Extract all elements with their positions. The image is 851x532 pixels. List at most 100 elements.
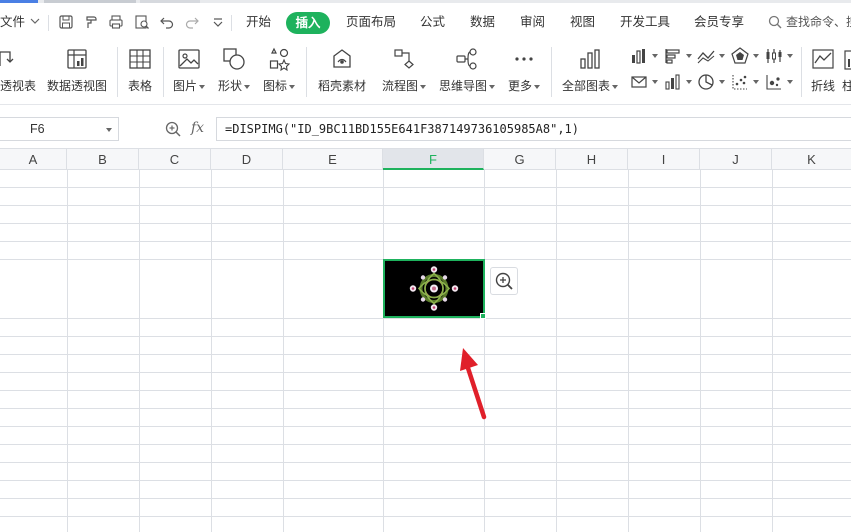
chevron-down-icon[interactable] — [106, 128, 112, 132]
stock-material-button[interactable]: 稻壳素材 — [312, 45, 372, 101]
bar-chart-button[interactable] — [664, 46, 694, 66]
shape-button[interactable]: 形状 — [213, 45, 255, 101]
customize-toolbar-icon[interactable] — [210, 14, 226, 30]
table-button[interactable]: 表格 — [122, 45, 158, 101]
radar-chart-button[interactable] — [731, 46, 761, 66]
name-box[interactable]: F6 — [0, 117, 119, 141]
tab-page-layout[interactable]: 页面布局 — [346, 13, 396, 31]
image-preview-button[interactable] — [490, 267, 518, 295]
pivot-table-button[interactable]: 透视表 — [0, 45, 40, 101]
column-header-g[interactable]: G — [484, 149, 556, 170]
tab-member[interactable]: 会员专享 — [694, 13, 744, 31]
annotation-arrow — [460, 348, 487, 420]
divider — [48, 15, 49, 31]
all-charts-button[interactable]: 全部图表 — [558, 45, 622, 101]
undo-icon[interactable] — [159, 14, 175, 30]
sparkline-line-icon — [812, 49, 834, 69]
bubble-chart-icon — [766, 75, 781, 90]
tab-insert[interactable]: 插入 — [286, 12, 330, 34]
shape-icon — [223, 48, 245, 70]
insert-function-button[interactable]: fx — [191, 120, 204, 136]
tab-review[interactable]: 审阅 — [520, 13, 545, 31]
flowchart-button[interactable]: 流程图 — [376, 45, 432, 101]
scatter-chart-button[interactable] — [731, 72, 761, 92]
shape-label-text: 形状 — [217, 79, 242, 93]
sparkline-line-label: 折线 — [810, 79, 835, 93]
table-icon — [129, 49, 151, 69]
sparkline-column-button[interactable]: 柱 — [842, 45, 851, 101]
redo-icon[interactable] — [184, 14, 200, 30]
tab-formulas-label: 公式 — [420, 15, 446, 29]
tab-developer[interactable]: 开发工具 — [620, 13, 670, 31]
format-painter-icon[interactable] — [83, 14, 99, 30]
tab-review-label: 审阅 — [520, 15, 546, 29]
chevron-down-icon — [719, 54, 725, 58]
chevron-down-icon[interactable] — [30, 16, 40, 26]
column-header-label: B — [98, 152, 107, 167]
tab-formulas[interactable]: 公式 — [420, 13, 445, 31]
column-header-label: I — [661, 152, 666, 167]
search-icon — [768, 15, 782, 29]
mindmap-icon — [456, 48, 477, 70]
icon-label: 图标 — [258, 77, 300, 94]
insert-ribbon: 透视表 数据透视图 表格 图片 形状 图标 稻壳素材 流程图 思维导图 更多 全… — [0, 39, 851, 105]
column-header-label: E — [328, 152, 337, 167]
cell-f6-embedded-image[interactable] — [383, 259, 485, 318]
divider — [163, 47, 164, 97]
icon-button[interactable]: 图标 — [258, 45, 300, 101]
sparkline-line-button[interactable]: 折线 — [806, 45, 840, 101]
pie-chart-button[interactable] — [697, 72, 727, 92]
column-header-j[interactable]: J — [700, 149, 772, 170]
chevron-down-icon — [612, 84, 618, 89]
divider — [306, 47, 307, 97]
combo-chart-button[interactable] — [630, 72, 660, 92]
bubble-chart-button[interactable] — [765, 72, 795, 92]
icon-label-text: 图标 — [262, 79, 287, 93]
line-area-chart-button[interactable] — [697, 46, 727, 66]
column-header-h[interactable]: H — [556, 149, 628, 170]
zoom-in-icon[interactable] — [165, 121, 181, 137]
chevron-down-icon — [753, 80, 759, 84]
chevron-down-icon — [686, 54, 692, 58]
column-header-i[interactable]: I — [628, 149, 700, 170]
column-header-d[interactable]: D — [211, 149, 283, 170]
file-menu[interactable]: 文件 — [0, 13, 25, 31]
column-header-k[interactable]: K — [772, 149, 851, 170]
image-resize-handle[interactable] — [480, 313, 486, 319]
tab-home[interactable]: 开始 — [246, 13, 271, 31]
picture-button[interactable]: 图片 — [168, 45, 210, 101]
column-header-b[interactable]: B — [67, 149, 139, 170]
statistic-chart-icon — [665, 74, 680, 90]
print-icon[interactable] — [108, 14, 124, 30]
radar-chart-icon — [731, 47, 749, 64]
chevron-down-icon — [420, 84, 426, 89]
chevron-down-icon — [652, 54, 658, 58]
flowchart-icon — [394, 49, 414, 69]
column-chart-button[interactable] — [630, 46, 660, 66]
divider — [801, 47, 802, 97]
command-search[interactable]: 查找命令、搜 — [768, 13, 851, 31]
stock-chart-button[interactable] — [765, 46, 795, 66]
column-header-label: F — [429, 152, 437, 167]
more-button[interactable]: 更多 — [503, 45, 545, 101]
tab-view[interactable]: 视图 — [570, 13, 595, 31]
statistic-chart-button[interactable] — [664, 72, 694, 92]
column-header-a[interactable]: A — [0, 149, 67, 170]
column-header-f[interactable]: F — [383, 149, 484, 170]
mindmap-button[interactable]: 思维导图 — [436, 45, 498, 101]
pivot-table-icon — [0, 51, 14, 66]
zoom-in-icon — [495, 272, 513, 290]
pivot-chart-button[interactable]: 数据透视图 — [44, 45, 110, 101]
cell-grid[interactable] — [0, 170, 851, 532]
print-preview-icon[interactable] — [134, 14, 150, 30]
more-label-text: 更多 — [507, 79, 532, 93]
stock-material-label: 稻壳素材 — [317, 79, 366, 93]
tab-data[interactable]: 数据 — [470, 13, 495, 31]
tab-developer-label: 开发工具 — [620, 15, 671, 29]
column-header-e[interactable]: E — [283, 149, 383, 170]
formula-input[interactable]: =DISPIMG("ID_9BC11BD155E641F387149736105… — [216, 117, 851, 141]
divider — [231, 15, 232, 31]
column-header-c[interactable]: C — [139, 149, 211, 170]
chevron-down-icon — [787, 80, 793, 84]
save-icon[interactable] — [58, 14, 74, 30]
